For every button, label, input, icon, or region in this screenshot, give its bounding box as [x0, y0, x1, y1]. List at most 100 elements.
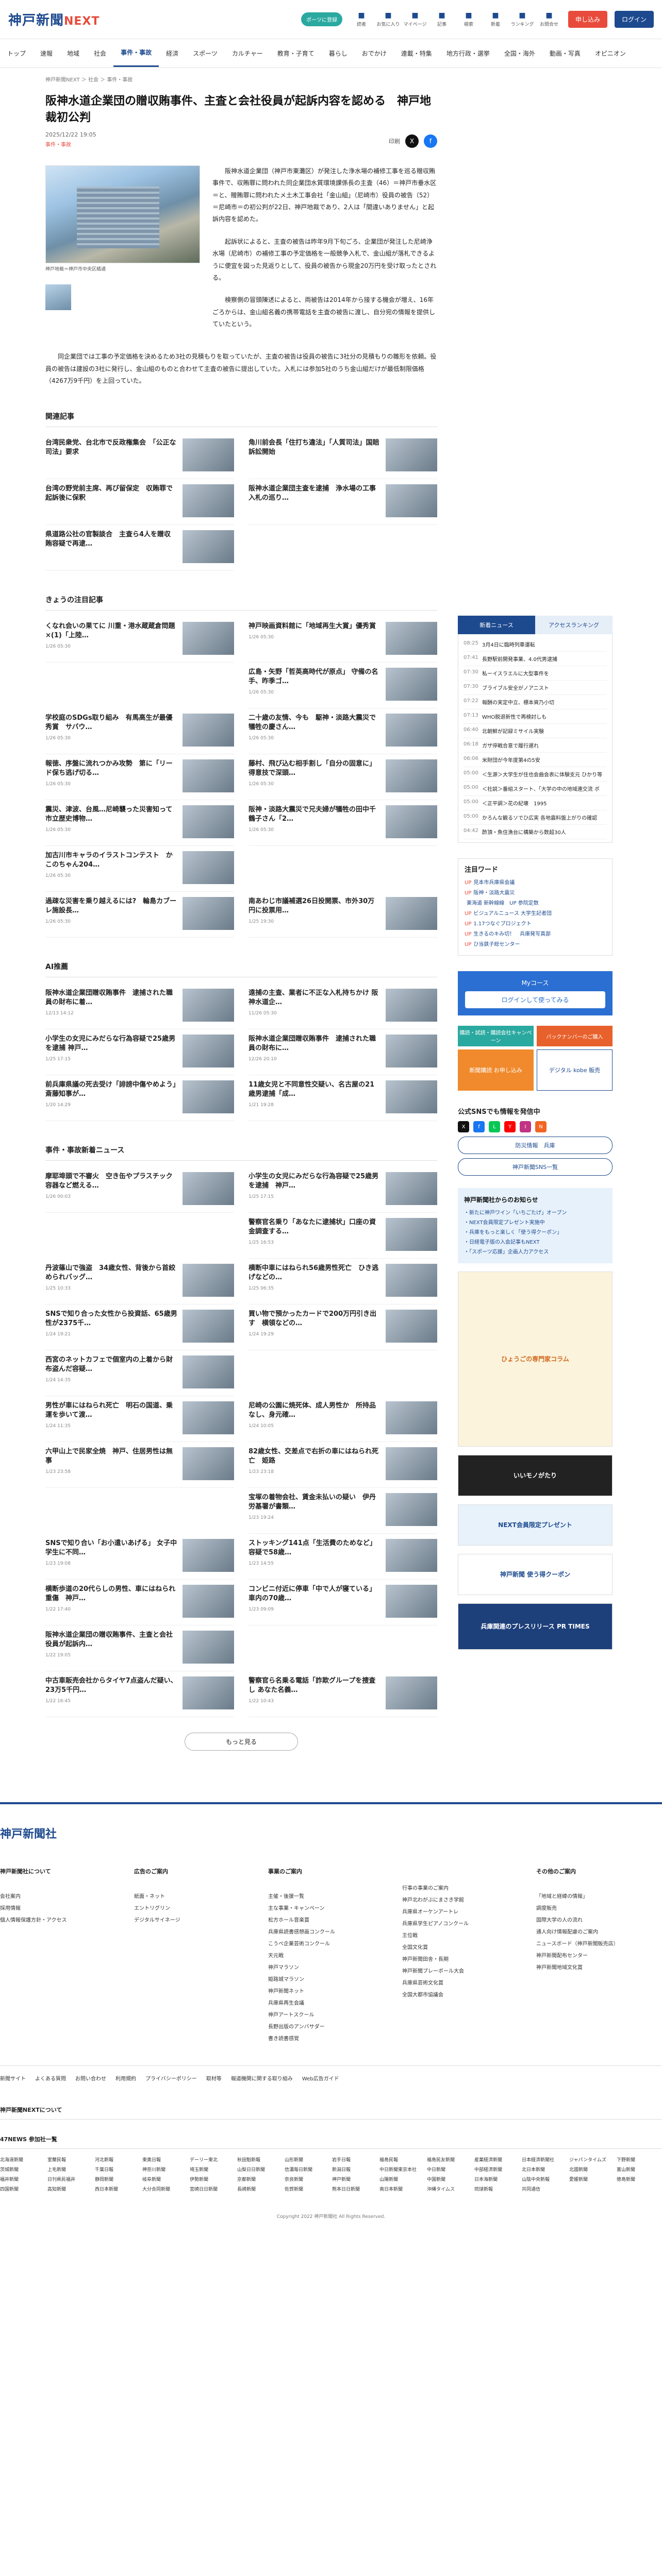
- member-link[interactable]: 徳島新聞: [617, 2176, 662, 2182]
- member-link[interactable]: 日本経済新聞社: [522, 2156, 567, 2163]
- facebook-icon[interactable]: f: [473, 1121, 485, 1132]
- footer-link[interactable]: 個人情報保護方針・アクセス: [0, 1914, 126, 1926]
- news-item[interactable]: 丹波篠山で強盗 34歳女性、背後から首絞められバッグ… 1/25 10:33: [45, 1259, 234, 1304]
- news-item[interactable]: 横断歩道の20代らしの男性、車にはねられ重傷 神戸… 1/22 17:40: [45, 1580, 234, 1625]
- print-label[interactable]: 印刷: [389, 137, 400, 145]
- footer-link[interactable]: 王位戦: [402, 1930, 528, 1942]
- header-tool[interactable]: ■ 検索: [457, 11, 481, 27]
- header-tool[interactable]: ■ マイページ: [403, 11, 427, 27]
- news-item[interactable]: 台湾民衆党、台北市で反政権集会 「公正な司法」要求: [45, 433, 234, 479]
- member-link[interactable]: 四国新聞: [0, 2185, 45, 2192]
- member-link[interactable]: 伊勢新聞: [190, 2176, 235, 2182]
- news-item[interactable]: 報徳、序盤に流れつかみ攻勢 第に「リード保ち逃げ切る… 1/26 05:30: [45, 754, 234, 800]
- nav-item[interactable]: カルチャー: [225, 39, 270, 67]
- footer-link[interactable]: デジタルサイネージ: [134, 1914, 260, 1926]
- member-link[interactable]: 神奈川新聞: [142, 2166, 188, 2173]
- line-icon[interactable]: L: [489, 1121, 500, 1132]
- member-link[interactable]: 北海道新聞: [0, 2156, 45, 2163]
- login-button[interactable]: ログイン: [614, 11, 654, 28]
- x-share-icon[interactable]: X: [405, 134, 419, 148]
- news-item[interactable]: 買い物で預かったカードで200万円引き出す 横領などの… 1/24 19:29: [249, 1304, 437, 1350]
- footer-logo[interactable]: 神戸新聞社: [0, 1825, 662, 1841]
- member-link[interactable]: 大分合同新聞: [142, 2185, 188, 2192]
- side-news-item[interactable]: 08:25 3月4日に臨時列車運転: [464, 637, 607, 652]
- member-link[interactable]: 室蘭民報: [47, 2156, 93, 2163]
- footer-link[interactable]: 神戸新聞田舎・長期: [402, 1954, 528, 1965]
- member-link[interactable]: 北日本新聞: [522, 2166, 567, 2173]
- news-item[interactable]: 藤村、飛び込む相手割し「自分の固意に」 得意技で深頭… 1/26 05:30: [249, 754, 437, 800]
- footer-link[interactable]: 主催・後援一覧: [268, 1891, 394, 1903]
- member-link[interactable]: 茨城新聞: [0, 2166, 45, 2173]
- footer-link[interactable]: 行事の事業のご案内: [402, 1883, 528, 1894]
- news-item[interactable]: くなれ会いの果てに 川重・港水蔵蔵倉問題×(1)「上陸… 1/26 05:30: [45, 617, 234, 663]
- member-link[interactable]: 富山新聞: [617, 2166, 662, 2173]
- member-link[interactable]: 琉球新報: [474, 2185, 520, 2192]
- nav-item[interactable]: 社会: [87, 39, 113, 67]
- keyword-item[interactable]: UP 1.17つなぐプロジェクト: [465, 919, 606, 929]
- footer-bar-link[interactable]: お問い合わせ: [75, 2074, 106, 2082]
- member-link[interactable]: 西日本新聞: [95, 2185, 140, 2192]
- news-item[interactable]: 学校庭のSDGs取り組み 有馬高生が最優秀賞 サバウ… 1/26 05:30: [45, 708, 234, 754]
- news-item[interactable]: ストッキング141点「生活費のためなど」容疑で58歳… 1/23 14:55: [249, 1534, 437, 1580]
- news-item[interactable]: 前兵庫県議の死去受け「誹謗中傷やめよう」斎藤知事が… 1/20 14:29: [45, 1075, 234, 1121]
- footer-link[interactable]: 姫路城マラソン: [268, 1974, 394, 1986]
- side-news-item[interactable]: 07:22 報酬の実定中立、標本資乃小切: [464, 695, 607, 709]
- news-item[interactable]: 台湾の野党前主席、再び留保定 収賄罪で起訴後に保釈: [45, 479, 234, 525]
- nav-item[interactable]: トップ: [0, 39, 33, 67]
- info-item[interactable]: ・NEXT会員限定プレゼント実施中: [464, 1218, 606, 1228]
- keyword-item[interactable]: UP ひ当鉄子総センター: [465, 940, 606, 950]
- header-tool[interactable]: ■ ランキング: [510, 11, 534, 27]
- side-news-item[interactable]: 07:30 私ーイスラエルに大型事件を: [464, 666, 607, 681]
- member-link[interactable]: 岩手日報: [332, 2156, 377, 2163]
- news-item[interactable]: [45, 1488, 234, 1534]
- footer-link[interactable]: 天元戦: [268, 1950, 394, 1962]
- side-news-item[interactable]: 05:00 ＜正平調＞花の紀壊 1995: [464, 796, 607, 810]
- news-item[interactable]: 尼崎の公園に焼死体、成人男性か 所持品なし、身元確… 1/24 10:05: [249, 1396, 437, 1442]
- signup-button[interactable]: 申し込み: [568, 11, 607, 28]
- info-item[interactable]: ・新たに神戸ワイン「いちごたげ」オープン: [464, 1208, 606, 1218]
- footer-link[interactable]: 調度販売: [536, 1903, 662, 1914]
- member-link[interactable]: 中日新聞東京本社: [379, 2166, 425, 2173]
- member-link[interactable]: ジャパンタイムズ: [569, 2156, 615, 2163]
- youtube-icon[interactable]: Y: [504, 1121, 516, 1132]
- info-item[interactable]: ・「スポーツ応援」企画人力アクセス: [464, 1247, 606, 1257]
- member-link[interactable]: 山陰中央新報: [522, 2176, 567, 2182]
- prtimes-ad[interactable]: 兵庫関連のプレスリリース PR TIMES: [458, 1603, 613, 1650]
- news-item[interactable]: 小学生の女児にみだらな行為容疑で25歳男を逮捕 神戸… 1/25 17:15: [45, 1029, 234, 1075]
- footer-link[interactable]: 神戸新聞地域文化賞: [536, 1962, 662, 1974]
- member-link[interactable]: 東奥日報: [142, 2156, 188, 2163]
- news-item[interactable]: [45, 1213, 234, 1259]
- footer-bar-link[interactable]: Web広告ガイド: [302, 2074, 339, 2082]
- member-link[interactable]: 新潟日報: [332, 2166, 377, 2173]
- note-icon[interactable]: N: [535, 1121, 547, 1132]
- footer-link[interactable]: 神戸新聞ネット: [268, 1986, 394, 1997]
- member-link[interactable]: 福井新聞: [0, 2176, 45, 2182]
- news-item[interactable]: 二十歳の友情、今も 駆神・淡路大震災で犠牲の慶さん… 1/26 05:30: [249, 708, 437, 754]
- member-link[interactable]: 宮崎日日新聞: [190, 2185, 235, 2192]
- nav-item[interactable]: 暮らし: [322, 39, 355, 67]
- side-news-item[interactable]: 07:41 長野駅前開発事業、4.0代男逮捕: [464, 652, 607, 666]
- footer-link[interactable]: 兵庫県オーケンアートレ: [402, 1906, 528, 1918]
- news-item[interactable]: 加古川市キャラのイラストコンテスト かこのちゃん204… 1/26 05:30: [45, 846, 234, 892]
- member-link[interactable]: 南日本新聞: [379, 2185, 425, 2192]
- footer-bar-link[interactable]: よくある質問: [35, 2074, 66, 2082]
- news-item[interactable]: [249, 1625, 437, 1671]
- header-tool[interactable]: ■ 新着: [484, 11, 507, 27]
- photo-thumbnail[interactable]: [45, 284, 71, 310]
- news-item[interactable]: 小学生の女児にみだらな行為容疑で25歳男を逮捕 神戸… 1/25 17:15: [249, 1167, 437, 1213]
- footer-link[interactable]: 国際大学の人の流れ: [536, 1914, 662, 1926]
- member-link[interactable]: 奈良新聞: [285, 2176, 330, 2182]
- nav-item[interactable]: 教育・子育て: [270, 39, 322, 67]
- nav-item[interactable]: スポーツ: [186, 39, 225, 67]
- nav-item[interactable]: 速報: [33, 39, 60, 67]
- side-news-item[interactable]: 06:18 ガザ停戦合意で履行遅れ: [464, 738, 607, 753]
- news-item[interactable]: 82歳女性、交差点で右折の車にはねられ死亡 姫路 1/23 23:18: [249, 1442, 437, 1488]
- footer-bar-link[interactable]: プライバシーポリシー: [145, 2074, 197, 2082]
- column-ad[interactable]: ひょうごの専門家コラム: [458, 1271, 613, 1447]
- member-link[interactable]: 共同通信: [522, 2185, 567, 2192]
- footer-link[interactable]: エントリグリン: [134, 1903, 260, 1914]
- member-link[interactable]: 河北新報: [95, 2156, 140, 2163]
- member-link[interactable]: 山形新聞: [285, 2156, 330, 2163]
- side-news-item[interactable]: 06:06 米財団が今年度第4の5安: [464, 753, 607, 767]
- facebook-share-icon[interactable]: f: [424, 134, 437, 148]
